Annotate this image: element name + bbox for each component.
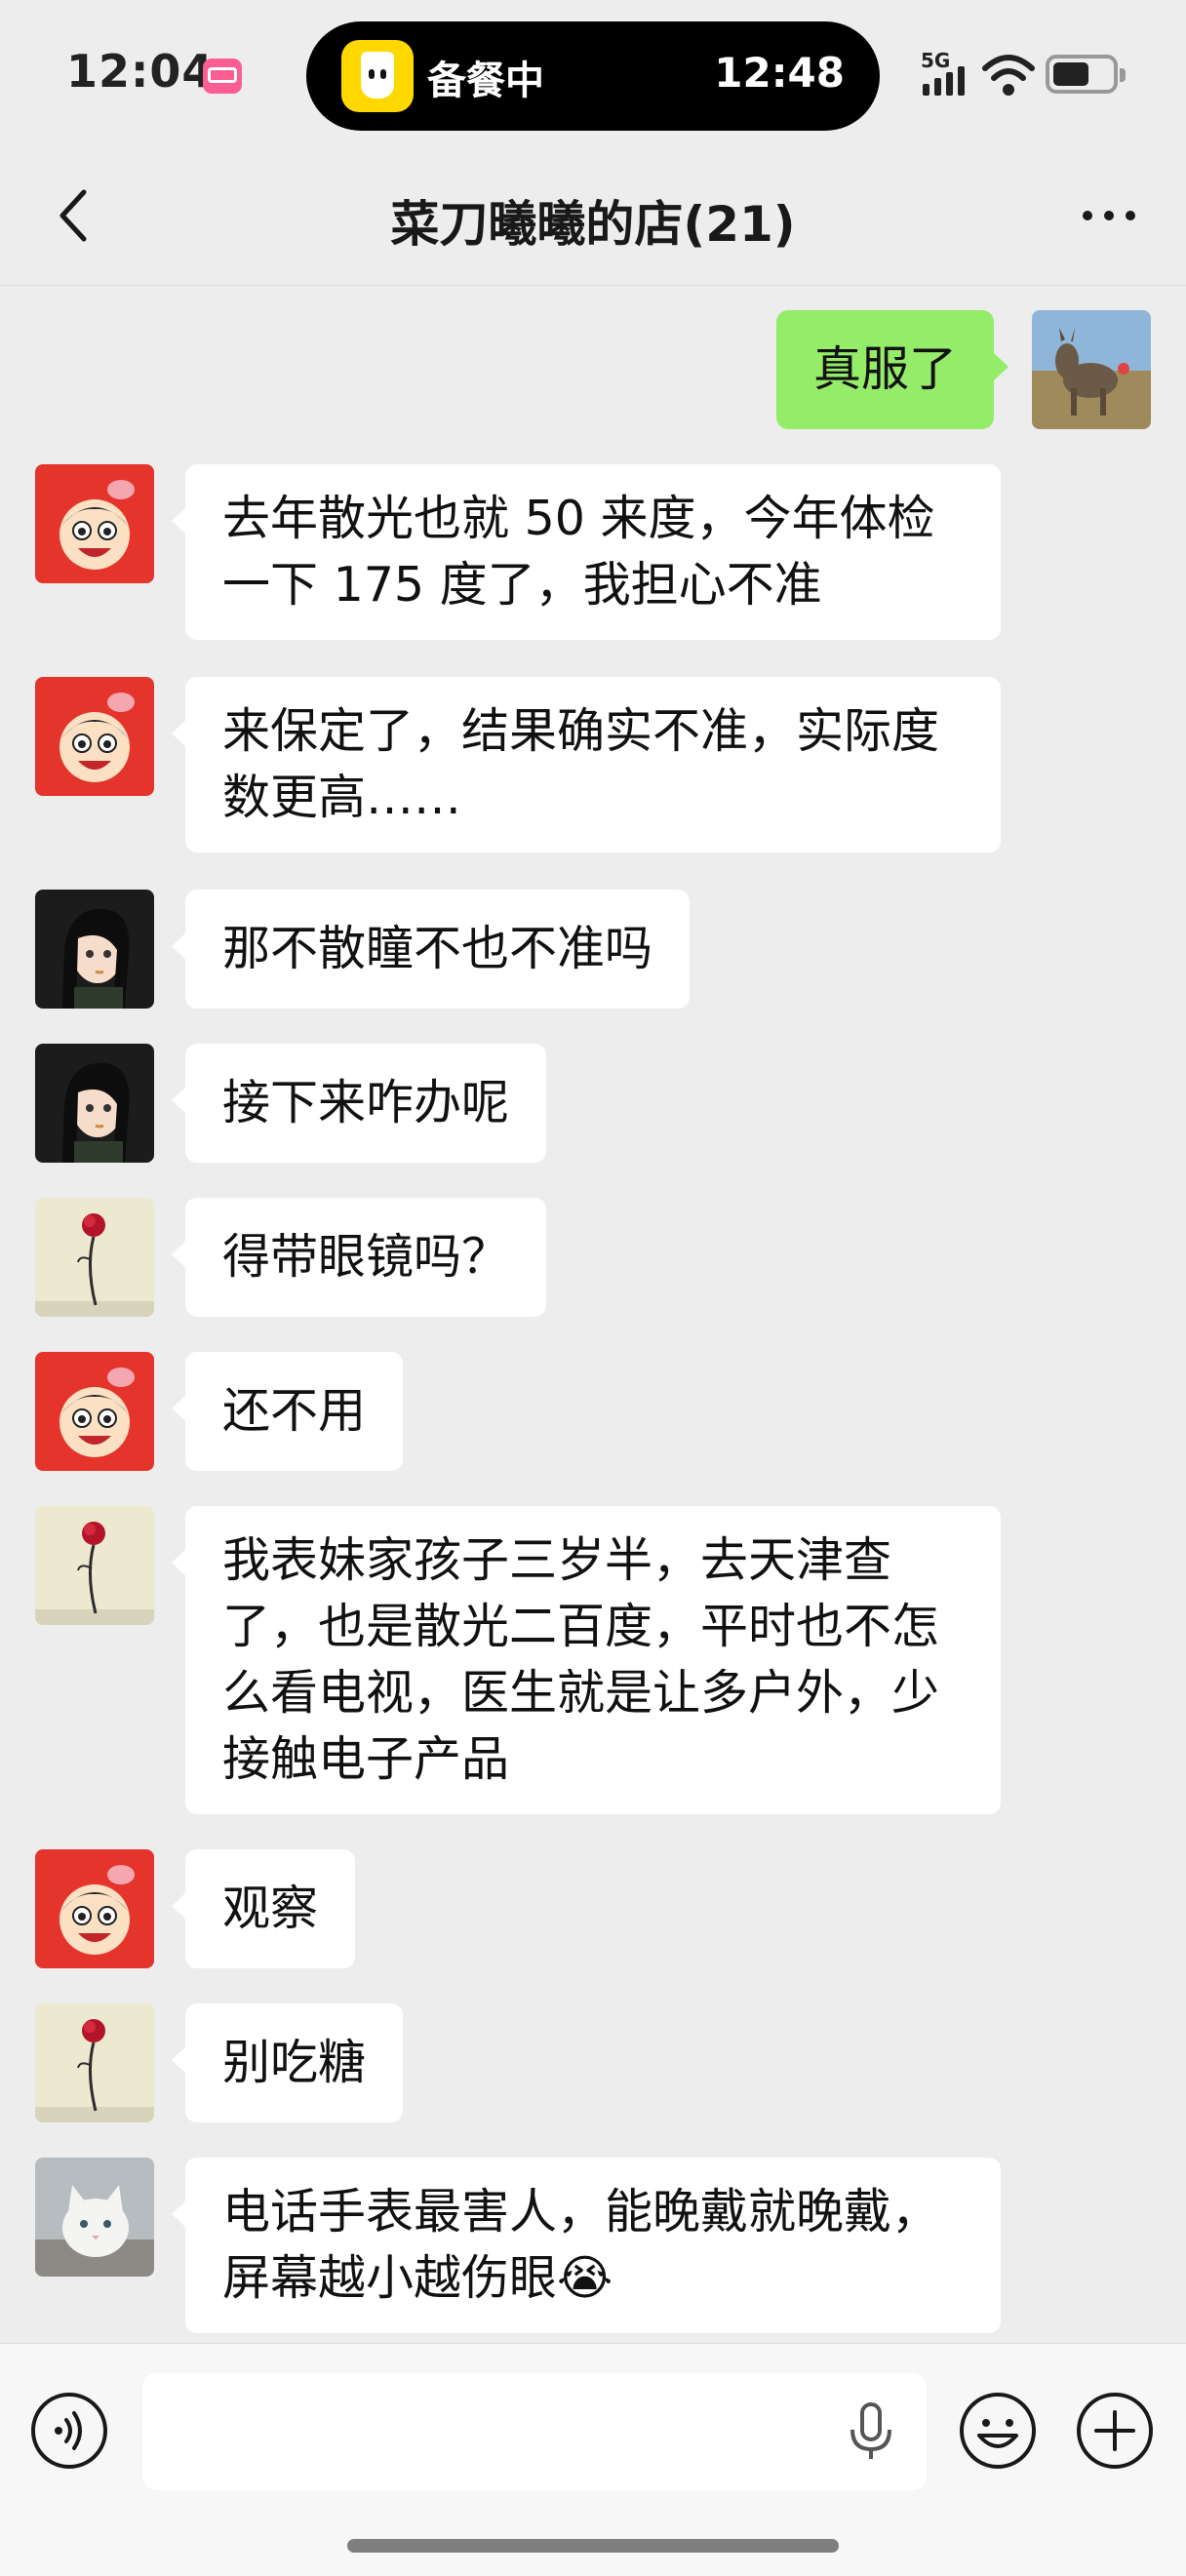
message-text: 去年散光也就 50 来度，今年体检 <box>222 491 935 546</box>
dynamic-island[interactable]: 备餐中 12:48 <box>306 21 880 131</box>
island-timer: 12:48 <box>714 49 845 97</box>
status-time: 12:04 <box>66 45 215 98</box>
home-indicator[interactable] <box>347 2539 839 2553</box>
message-text: 别吃糖 <box>222 2035 367 2090</box>
message-text: 来保定了，结果确实不准，实际度 <box>222 703 940 759</box>
more-icon <box>1083 211 1092 220</box>
message-bubble[interactable]: 那不散瞳不也不准吗 <box>171 890 691 1009</box>
message-bubble[interactable]: 接下来咋办呢 <box>171 1044 547 1163</box>
status-indicators: 5G <box>917 49 1161 99</box>
more-button[interactable] <box>1065 181 1153 250</box>
emoji-icon[interactable] <box>958 2391 1038 2471</box>
message-bubble[interactable]: 还不用 <box>171 1352 404 1471</box>
message-text: 得带眼镜吗？ <box>222 1229 510 1285</box>
chat-title: 菜刀曦曦的店(21) <box>390 196 796 253</box>
message-text: 观察 <box>222 1881 319 1936</box>
cat-avatar[interactable] <box>35 2158 154 2277</box>
cellular-signal-icon: 5G <box>917 49 971 99</box>
cartoon-boy-avatar[interactable] <box>35 1849 154 1968</box>
chat-header: 菜刀曦曦的店(21) <box>0 146 1186 286</box>
cartoon-boy-avatar[interactable] <box>35 464 154 583</box>
food-app-icon <box>341 40 414 112</box>
message-bubble[interactable]: 电话手表最害人，能晚戴就晚戴， 屏幕越小越伤眼😭 <box>172 2158 1001 2333</box>
message-text: 数更高…… <box>222 770 462 825</box>
donkey-avatar[interactable] <box>1032 310 1151 429</box>
cartoon-boy-avatar[interactable] <box>35 1352 154 1471</box>
bilibili-icon <box>203 59 242 94</box>
message-text: 还不用 <box>222 1383 367 1439</box>
message-text: 么看电视，医生就是让多户外，少 <box>222 1665 940 1721</box>
message-text: 电话手表最害人，能晚戴就晚戴， <box>222 2184 940 2239</box>
message-bubble[interactable]: 别吃糖 <box>171 2003 404 2122</box>
cartoon-boy-avatar[interactable] <box>35 677 154 796</box>
battery-icon <box>1046 55 1126 94</box>
message-bubble[interactable]: 真服了 <box>776 310 1009 429</box>
message-text: 接触电子产品 <box>222 1731 510 1787</box>
message-bubble[interactable]: 观察 <box>171 1849 356 1968</box>
message-text: 那不散瞳不也不准吗 <box>222 921 653 976</box>
voice-icon[interactable] <box>29 2391 109 2471</box>
wifi-icon <box>982 55 1035 96</box>
rose-avatar[interactable] <box>35 1198 154 1317</box>
message-bubble[interactable]: 得带眼镜吗？ <box>171 1198 547 1317</box>
anime-girl-avatar[interactable] <box>35 890 154 1009</box>
message-text: 接下来咋办呢 <box>222 1075 510 1130</box>
plus-icon[interactable] <box>1075 2391 1155 2471</box>
status-bar: 12:04 备餐中 12:48 5G <box>0 0 1186 146</box>
microphone-icon[interactable] <box>845 2400 897 2463</box>
message-bubble[interactable]: 来保定了，结果确实不准，实际度 数更高…… <box>172 677 1001 852</box>
message-text: 我表妹家孩子三岁半，去天津查 <box>222 1532 892 1588</box>
message-text: 屏幕越小越伤眼😭 <box>222 2250 613 2306</box>
message-text: 了，也是散光二百度，平时也不怎 <box>222 1599 940 1654</box>
message-bubble[interactable]: 去年散光也就 50 来度，今年体检 一下 175 度了，我担心不准 <box>172 464 1001 640</box>
message-input[interactable] <box>142 2373 927 2490</box>
message-text: 真服了 <box>813 341 958 397</box>
rose-avatar[interactable] <box>35 2003 154 2122</box>
message-bubble[interactable]: 我表妹家孩子三岁半，去天津查 了，也是散光二百度，平时也不怎 么看电视，医生就是… <box>172 1506 1001 1814</box>
island-status-label: 备餐中 <box>427 59 544 103</box>
rose-avatar[interactable] <box>35 1506 154 1625</box>
input-bar <box>0 2343 1186 2576</box>
anime-girl-avatar[interactable] <box>35 1044 154 1163</box>
network-type: 5G <box>921 49 951 72</box>
message-text: 一下 175 度了，我担心不准 <box>222 557 822 613</box>
